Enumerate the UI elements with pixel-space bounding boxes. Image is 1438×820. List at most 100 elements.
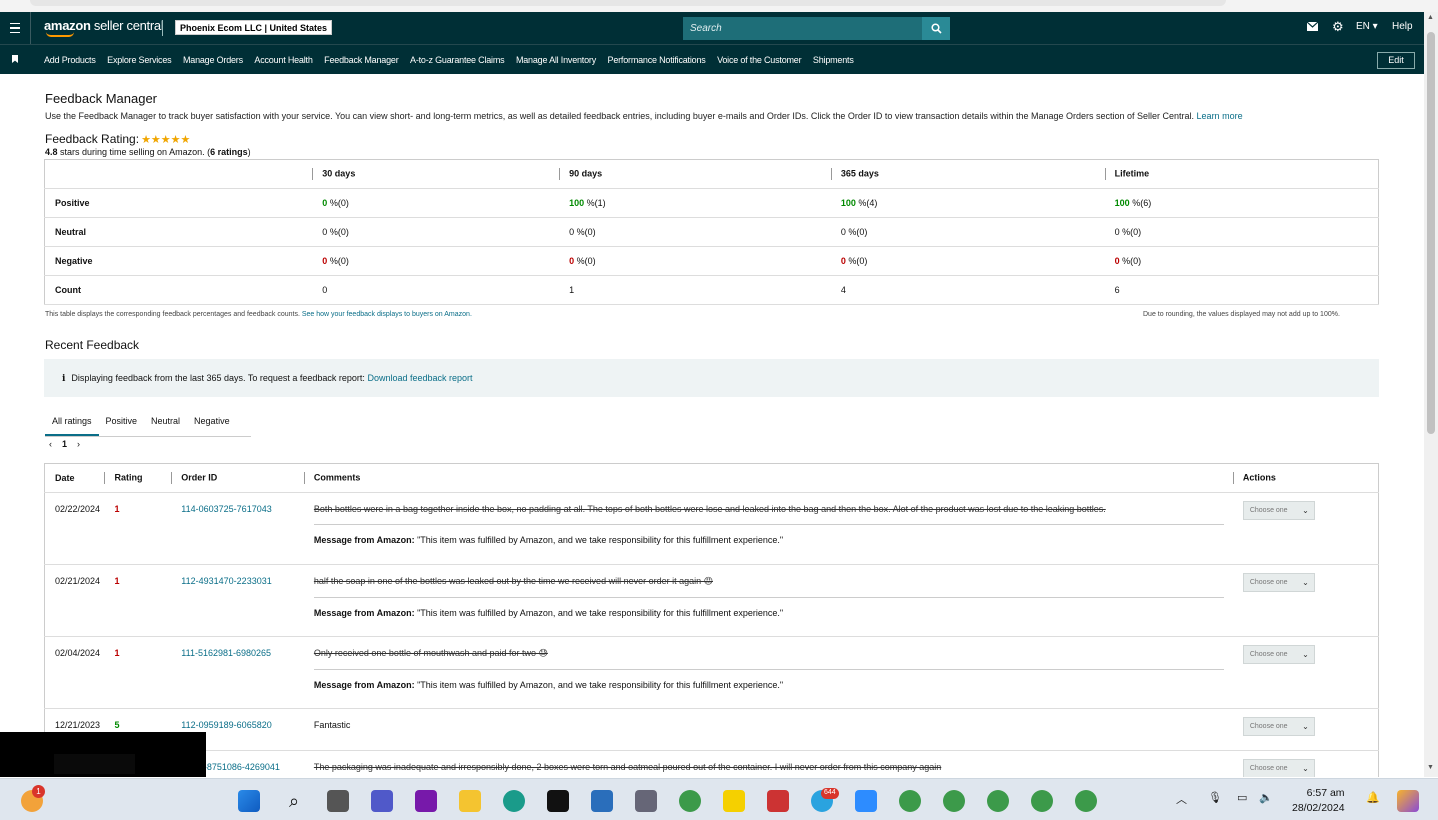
summary-cell: 100 %(6) [1104,188,1379,218]
rating-value: 4.8 [45,147,58,157]
search-button[interactable] [922,17,950,40]
pagination: ‹ 1 › [49,439,80,449]
menu-icon[interactable] [0,12,31,44]
action-select[interactable]: Choose one ⌄ [1242,501,1315,520]
count-value: %(0) [574,227,596,237]
help-link[interactable]: Help [1392,21,1413,32]
download-report-link[interactable]: Download feedback report [367,373,472,383]
calculator-icon[interactable] [635,790,657,812]
nav-feedback-manager[interactable]: Feedback Manager [324,55,399,65]
notepad-icon[interactable] [591,790,613,812]
snipping-tool-icon[interactable] [767,790,789,812]
current-page[interactable]: 1 [62,439,67,449]
comment-text: half the soap in one of the bottles was … [313,576,713,586]
prev-page-icon[interactable]: ‹ [49,439,52,449]
tab-negative[interactable]: Negative [187,409,237,436]
order-id-link[interactable]: 114-0603725-7617043 [171,492,304,565]
nav-account-health[interactable]: Account Health [254,55,312,65]
copilot-icon[interactable] [1397,790,1419,812]
summary-cell: 0 %(0) [312,246,560,276]
summary-header: Lifetime [1104,159,1379,189]
tab-neutral[interactable]: Neutral [144,409,187,436]
nav-manage-orders[interactable]: Manage Orders [183,55,243,65]
next-page-icon[interactable]: › [77,439,80,449]
tab-positive[interactable]: Positive [99,409,145,436]
account-switcher[interactable]: Phoenix Ecom LLC | United States [175,20,333,35]
summary-header-blank [44,159,313,189]
onenote-icon[interactable] [415,790,437,812]
action-select[interactable]: Choose one ⌄ [1242,573,1315,592]
count-value: %(0) [327,198,349,208]
clock-date: 28/02/2024 [1292,802,1345,814]
edge-icon[interactable] [503,790,525,812]
edit-nav-button[interactable]: Edit [1377,52,1415,69]
teams-icon[interactable] [371,790,393,812]
chrome-profile-icon[interactable] [943,790,965,812]
comment-text: Only received one bottle of mouthwash an… [313,648,548,658]
nav-shipments[interactable]: Shipments [813,55,854,65]
chevron-down-icon: ⌄ [1302,722,1309,731]
language-selector[interactable]: EN ▾ [1356,21,1378,32]
nav-a-to-z-claims[interactable]: A-to-z Guarantee Claims [410,55,505,65]
footnote-text: This table displays the corresponding fe… [45,311,300,318]
seller-central-logo[interactable]: amazon seller central [44,18,164,37]
column-header: Date [44,463,105,493]
order-id-link[interactable]: 111-5162981-6980265 [171,636,304,709]
action-select[interactable]: Choose one ⌄ [1242,759,1315,777]
search-input[interactable]: Search [683,17,922,40]
zoom-icon[interactable] [855,790,877,812]
network-icon[interactable]: ▭ [1237,791,1247,804]
address-bar[interactable] [30,0,1226,6]
comment-text: Fantastic [313,720,351,730]
message-text: "This item was fulfilled by Amazon, and … [414,680,784,690]
chrome-profile-icon[interactable] [899,790,921,812]
chrome-profile-icon[interactable] [987,790,1009,812]
scroll-down-icon[interactable]: ▼ [1427,764,1434,771]
table-row: 12/21/2023 5 112-0959189-6065820 Fantast… [44,708,1379,751]
summary-row-count: Count 0 1 4 6 [44,275,1379,305]
vertical-scrollbar[interactable]: ▲ ▼ [1424,12,1438,777]
gear-icon[interactable]: ⚙ [1332,19,1344,35]
notifications-icon[interactable]: 🔔 [1366,791,1380,804]
footnote-link[interactable]: See how your feedback displays to buyers… [302,311,472,318]
system-clock[interactable]: 6:57 am 28/02/2024 [1292,786,1345,816]
logo-brand: amazon [44,18,91,33]
summary-cell: 0 %(0) [559,246,831,276]
search-icon[interactable]: ⌕ [283,790,305,812]
chrome-profile-icon[interactable] [1031,790,1053,812]
nav-manage-inventory[interactable]: Manage All Inventory [516,55,596,65]
action-select[interactable]: Choose one ⌄ [1242,645,1315,664]
summary-cell: 0 %(0) [312,217,560,247]
netflix-icon[interactable] [547,790,569,812]
count-value: %(0) [574,256,596,266]
action-select[interactable]: Choose one ⌄ [1242,717,1315,736]
summary-header-label: Lifetime [1114,168,1150,179]
chrome-icon[interactable] [679,790,701,812]
chrome-profile-icon[interactable] [1075,790,1097,812]
nav-explore-services[interactable]: Explore Services [107,55,172,65]
recent-header-row: Date Rating Order ID Comments Actions [44,463,1379,493]
microphone-icon[interactable]: 🎙 [1208,791,1222,804]
summary-cell: 0 %(0) [830,217,1105,247]
order-id-link[interactable]: 112-4931470-2233031 [171,564,304,637]
learn-more-link[interactable]: Learn more [1197,111,1243,121]
info-alert: i Displaying feedback from the last 365 d… [44,359,1379,397]
column-header: Comments [303,463,1233,493]
nav-performance-notifications[interactable]: Performance Notifications [608,55,706,65]
scroll-up-icon[interactable]: ▲ [1427,14,1434,21]
task-view-icon[interactable] [327,790,349,812]
nav-voice-of-customer[interactable]: Voice of the Customer [717,55,802,65]
mail-icon[interactable] [1306,21,1319,34]
actions-cell: Choose one ⌄ [1232,636,1379,709]
file-explorer-icon[interactable] [459,790,481,812]
chevron-up-icon[interactable]: ︿ [1176,791,1187,807]
scrollbar-thumb[interactable] [1427,32,1435,434]
tab-all-ratings[interactable]: All ratings [45,409,99,436]
volume-icon[interactable]: 🔈 [1259,791,1273,804]
windows-start-icon[interactable] [238,790,260,812]
windows-taskbar: 1 ⌕ 644 ︿ 🎙 ▭ 🔈 6:57 am 28/02/2024 🔔 [0,778,1438,820]
chevron-down-icon: ⌄ [1302,578,1309,587]
bookmark-icon[interactable] [12,55,18,63]
nav-add-products[interactable]: Add Products [44,55,96,65]
sticky-notes-icon[interactable] [723,790,745,812]
